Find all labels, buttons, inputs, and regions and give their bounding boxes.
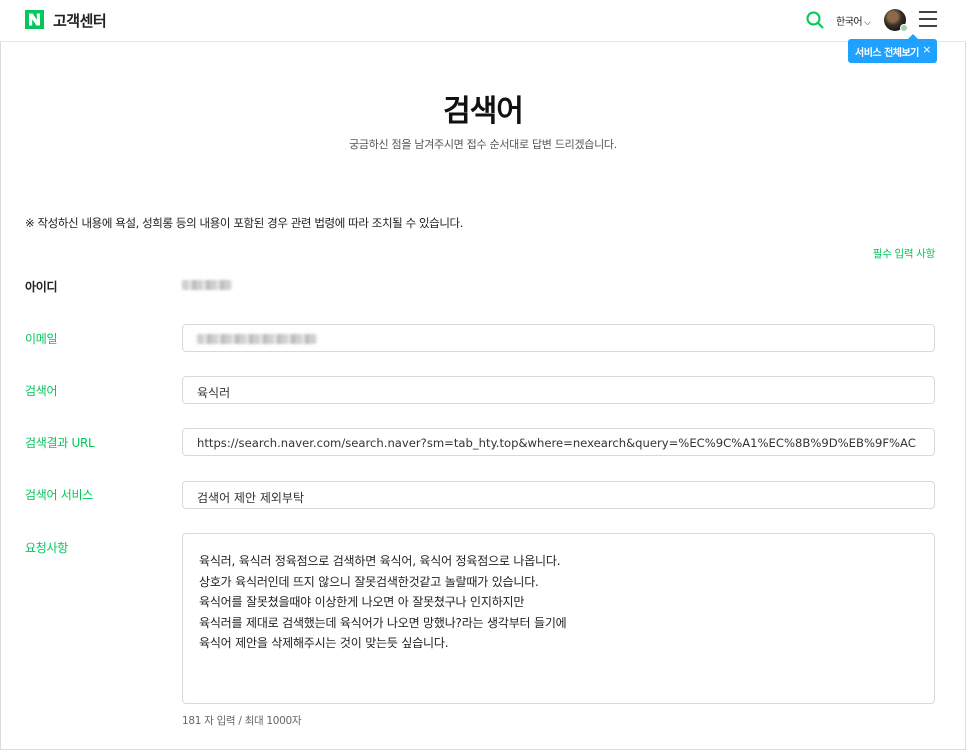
email-label: 이메일	[25, 332, 58, 346]
close-icon[interactable]: ×	[922, 43, 931, 56]
naver-logo-icon[interactable]	[25, 10, 44, 29]
language-selector[interactable]: 한국어 ⌵	[836, 13, 871, 28]
email-field[interactable]	[182, 324, 935, 352]
service-label: 검색어 서비스	[25, 488, 93, 502]
required-note: 필수 입력 사항	[872, 248, 936, 260]
request-textarea[interactable]: 육식러, 육식러 정육점으로 검색하면 육식어, 육식어 정육점으로 나옵니다.…	[182, 533, 935, 704]
result-url-field[interactable]: https://search.naver.com/search.naver?sm…	[182, 428, 935, 456]
request-line: 상호가 육식러인데 뜨지 않으니 잘못검색한것같고 놀랄때가 있습니다.	[199, 574, 539, 589]
brand-title[interactable]: 고객센터	[53, 10, 107, 31]
request-line: 육식어 제안을 삭제해주시는 것이 맞는듯 싶습니다.	[199, 636, 449, 650]
language-label: 한국어	[836, 17, 863, 28]
url-label: 검색결과 URL	[25, 436, 95, 450]
request-line: 육식러를 제대로 검색했는데 육식어가 나오면 망했나?라는 생각부터 들기에	[199, 615, 567, 630]
page-subtitle: 궁금하신 점을 남겨주시면 접수 순서대로 답변 드리겠습니다.	[349, 138, 617, 151]
top-header: 고객센터 한국어 ⌵	[0, 0, 966, 42]
tooltip-label: 서비스 전체보기	[855, 48, 919, 59]
chevron-down-icon: ⌵	[864, 18, 871, 28]
search-icon[interactable]	[805, 10, 825, 30]
service-all-tooltip[interactable]: 서비스 전체보기 ×	[848, 34, 937, 63]
page-title: 검색어	[443, 94, 524, 129]
service-field[interactable]: 검색어 제안 제외부탁	[182, 481, 935, 509]
keyword-label: 검색어	[25, 384, 58, 398]
menu-icon[interactable]	[919, 11, 937, 27]
request-line: 육식러, 육식러 정육점으로 검색하면 육식어, 육식어 정육점으로 나옵니다.	[199, 554, 561, 568]
status-dot	[900, 24, 908, 32]
request-label: 요청사항	[25, 541, 68, 555]
request-line: 육식어를 잘못쳤을때야 이상한게 나오면 아 잘못쳤구나 인지하지만	[199, 595, 525, 609]
char-counter: 181 자 입력 / 최대 1000자	[182, 715, 302, 727]
keyword-field[interactable]: 육식러	[182, 376, 935, 404]
id-label: 아이디	[25, 280, 58, 294]
id-value-blurred	[182, 280, 232, 290]
email-value-blurred	[197, 334, 317, 344]
policy-notice: ※ 작성하신 내용에 욕설, 성희롱 등의 내용이 포함된 경우 관련 법령에 …	[25, 216, 463, 230]
